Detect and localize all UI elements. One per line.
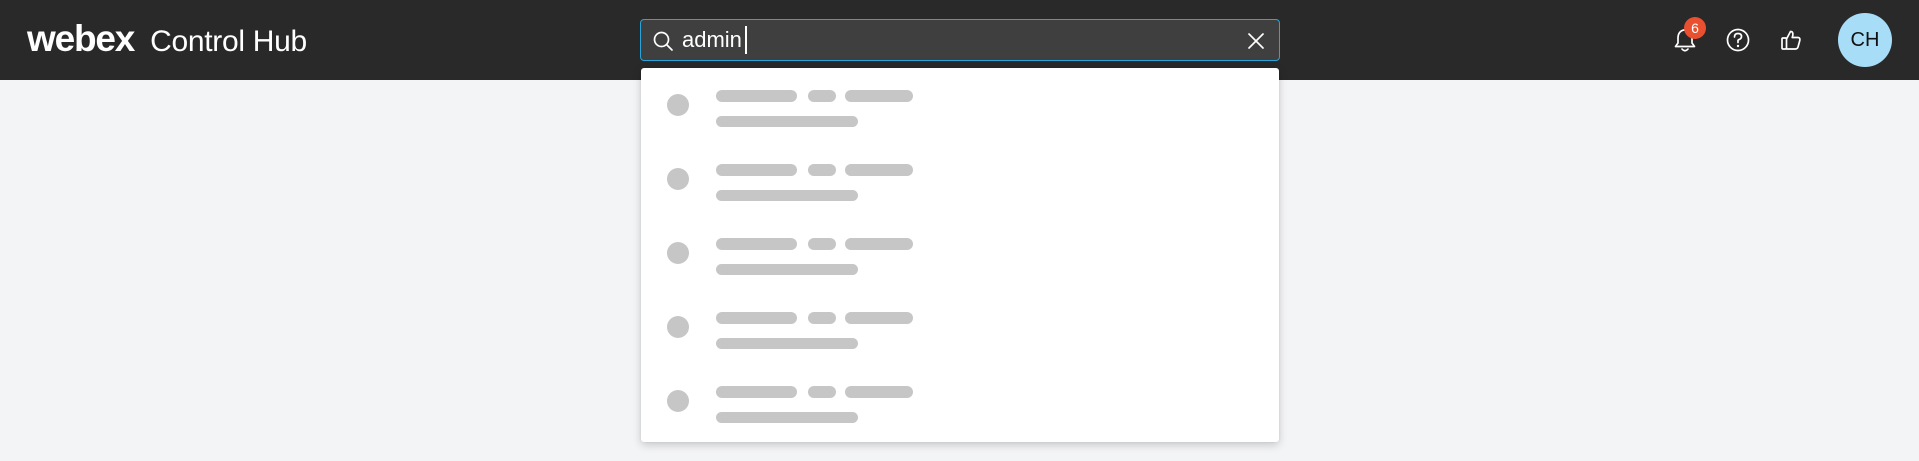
webex-logo: webex [27,18,135,59]
skeleton-text [716,386,797,398]
search-icon [653,31,673,51]
skeleton-text [808,164,836,176]
skeleton-text [716,312,797,324]
skeleton-text [845,386,913,398]
skeleton-text [808,312,836,324]
loading-result-row [641,68,1279,142]
help-circle-icon[interactable] [1720,22,1756,58]
user-avatar[interactable]: CH [1838,13,1892,67]
skeleton-subtext [716,116,858,127]
text-cursor [745,26,747,54]
skeleton-text [808,90,836,102]
skeleton-text [845,312,913,324]
loading-result-row [641,290,1279,364]
skeleton-subtext [716,338,858,349]
loading-result-row [641,364,1279,438]
skeleton-text [808,386,836,398]
skeleton-text [716,90,797,102]
loading-result-row [641,142,1279,216]
skeleton-subtext [716,412,858,423]
notification-count-badge: 6 [1684,17,1706,39]
skeleton-text [808,238,836,250]
skeleton-avatar [667,168,689,190]
close-icon[interactable] [1245,30,1267,52]
skeleton-avatar [667,242,689,264]
search-results-dropdown [641,68,1279,442]
skeleton-subtext [716,264,858,275]
skeleton-avatar [667,316,689,338]
brand[interactable]: webex Control Hub [27,18,307,62]
skeleton-text [716,164,797,176]
skeleton-text [845,90,913,102]
loading-result-row [641,216,1279,290]
thumbs-up-icon[interactable] [1773,22,1809,58]
skeleton-subtext [716,190,858,201]
skeleton-text [845,164,913,176]
skeleton-avatar [667,94,689,116]
product-name: Control Hub [150,25,307,58]
search-input[interactable] [682,24,1222,56]
skeleton-text [845,238,913,250]
skeleton-avatar [667,390,689,412]
skeleton-text [716,238,797,250]
global-search[interactable] [640,19,1280,61]
